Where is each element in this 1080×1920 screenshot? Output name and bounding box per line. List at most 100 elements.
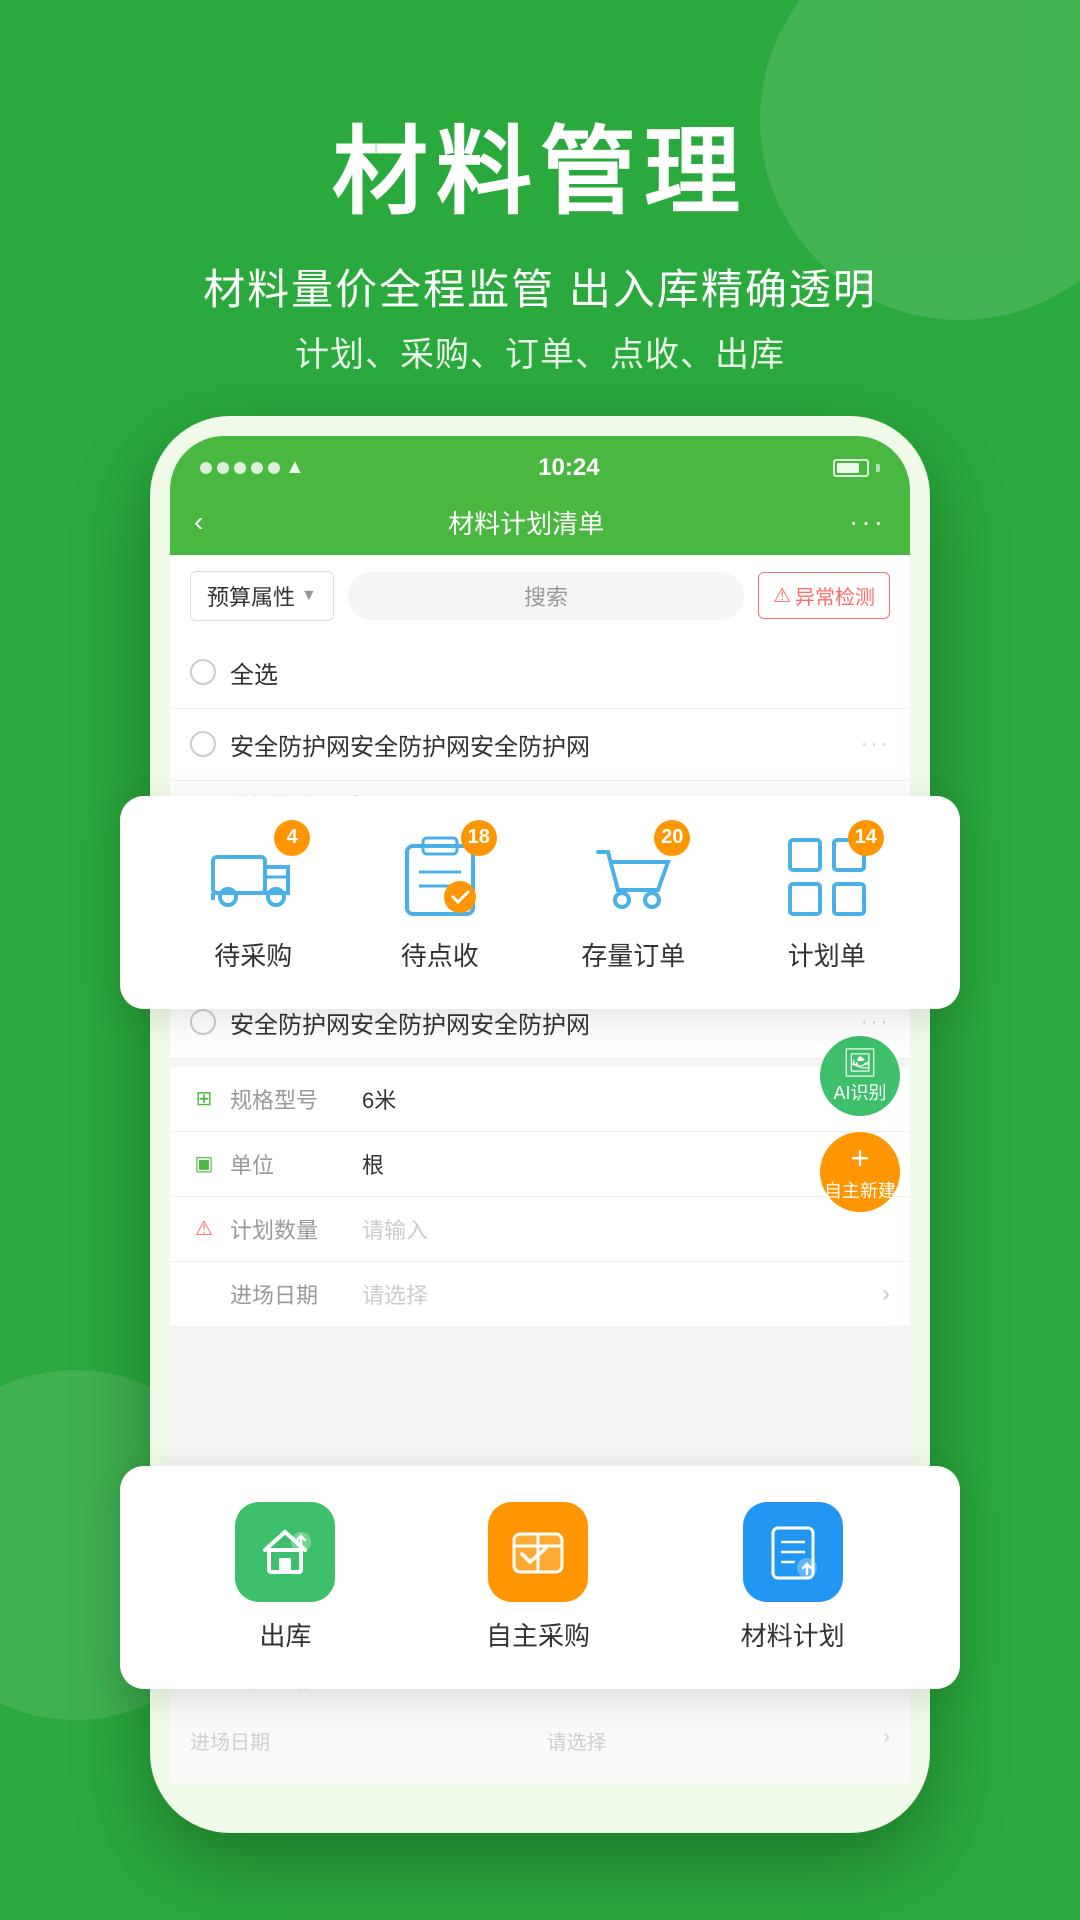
quantity-key: 计划数量 — [230, 1213, 350, 1245]
search-input[interactable]: 搜索 — [348, 572, 744, 620]
signal-dots: ▲ — [200, 456, 305, 479]
pending-purchase-label: 待采购 — [214, 936, 292, 973]
battery-indicator — [833, 459, 880, 477]
unit-icon: ▣ — [190, 1150, 218, 1178]
battery-fill — [837, 463, 859, 473]
action-item-material-plan[interactable]: 材料计划 — [741, 1502, 845, 1653]
self-purchase-label: 自主采购 — [486, 1616, 590, 1653]
spec-icon: ⊞ — [190, 1085, 218, 1113]
item-title: 安全防护网安全防护网安全防护网 — [230, 727, 590, 762]
warning-icon: ⚠ — [773, 583, 791, 608]
battery-icon — [833, 459, 869, 477]
ai-label: AI识别 — [833, 1079, 886, 1105]
bottom-date-value: 请选择 — [547, 1726, 607, 1755]
ai-icon: 🖼 — [842, 1046, 878, 1079]
nav-title: 材料计划清单 — [448, 504, 604, 541]
search-bar: 预算属性 ▼ 搜索 ⚠ 异常检测 — [170, 555, 910, 637]
status-time: 10:24 — [538, 454, 599, 482]
filter-label: 预算属性 — [207, 580, 295, 612]
item-2-radio[interactable] — [190, 1009, 216, 1035]
date-icon — [190, 1280, 218, 1308]
document-icon — [763, 1522, 823, 1582]
item-radio[interactable] — [190, 731, 216, 757]
signal-dot-1 — [200, 462, 212, 474]
stock-order-badge: 20 — [654, 820, 690, 856]
signal-dot-4 — [251, 462, 263, 474]
action-item-pending-receive[interactable]: 18 待点收 — [395, 832, 485, 973]
signal-dot-5 — [268, 462, 280, 474]
subtitle-main: 材料量价全程监管 出入库精确透明 — [0, 256, 1080, 317]
select-all-row[interactable]: 全选 — [170, 637, 910, 709]
list-item[interactable]: 安全防护网安全防护网安全防护网 ··· — [170, 709, 910, 781]
back-button[interactable]: ‹ — [194, 506, 203, 538]
action-item-outbound[interactable]: 出库 — [235, 1502, 335, 1653]
plan-badge: 14 — [848, 820, 884, 856]
quick-action-card-bottom: 出库 自主采购 — [120, 1466, 960, 1689]
more-button[interactable]: ··· — [849, 506, 886, 538]
material-plan-label: 材料计划 — [741, 1616, 845, 1653]
create-label: 自主新建 — [824, 1177, 896, 1203]
spec-key: 规格型号 — [230, 1083, 350, 1115]
action-item-stock-order[interactable]: 20 存量订单 — [581, 832, 685, 973]
plan-label: 计划单 — [788, 936, 866, 973]
quick-action-card-top: 4 待采购 18 — [120, 796, 960, 1009]
subtitle-sub: 计划、采购、订单、点收、出库 — [0, 327, 1080, 376]
date-key: 进场日期 — [230, 1278, 350, 1310]
chevron-right-icon: › — [882, 1280, 890, 1308]
stock-order-icon-wrap: 20 — [588, 832, 678, 922]
battery-tip — [876, 464, 880, 472]
list-item-2-left: 安全防护网安全防护网安全防护网 — [190, 1005, 861, 1040]
pending-receive-label: 待点收 — [401, 936, 479, 973]
pending-purchase-badge: 4 — [274, 820, 310, 856]
date-value[interactable]: 请选择 — [362, 1278, 870, 1310]
bottom-date-label: 进场日期 — [190, 1726, 270, 1755]
action-item-pending-purchase[interactable]: 4 待采购 — [208, 832, 298, 973]
filter-button[interactable]: 预算属性 ▼ — [190, 571, 334, 621]
pending-receive-icon-wrap: 18 — [395, 832, 485, 922]
plus-icon: + — [851, 1140, 870, 1177]
self-purchase-icon-box — [488, 1502, 588, 1602]
signal-dot-3 — [234, 462, 246, 474]
float-button-group: 🖼 AI识别 + 自主新建 — [820, 1036, 900, 1212]
page-title: 材料管理 — [0, 120, 1080, 226]
action-item-self-purchase[interactable]: 自主采购 — [486, 1502, 590, 1653]
item-2-title: 安全防护网安全防护网安全防护网 — [230, 1005, 590, 1040]
plan-icon-wrap: 14 — [782, 832, 872, 922]
select-all-radio[interactable] — [190, 659, 216, 685]
pending-purchase-icon-wrap: 4 — [208, 832, 298, 922]
quantity-value[interactable]: 请输入 — [362, 1213, 890, 1245]
action-item-plan[interactable]: 14 计划单 — [782, 832, 872, 973]
anomaly-detect-button[interactable]: ⚠ 异常检测 — [758, 572, 890, 619]
signal-dot-2 — [217, 462, 229, 474]
bottom-date-partial: 进场日期 请选择 › — [170, 1706, 910, 1783]
quantity-icon: ⚠ — [190, 1215, 218, 1243]
stock-order-label: 存量订单 — [581, 936, 685, 973]
unit-key: 单位 — [230, 1148, 350, 1180]
header-section: 材料管理 材料量价全程监管 出入库精确透明 计划、采购、订单、点收、出库 — [0, 0, 1080, 416]
select-all-label: 全选 — [230, 655, 278, 690]
self-create-button[interactable]: + 自主新建 — [820, 1132, 900, 1212]
phone-mockup: ▲ 10:24 ‹ 材料计划清单 ··· 预算属性 ▼ — [150, 416, 930, 1833]
detail-row-date[interactable]: 进场日期 请选择 › — [170, 1262, 910, 1327]
spec-value: 6米 — [362, 1083, 890, 1115]
detail-row-spec: ⊞ 规格型号 6米 — [170, 1067, 910, 1132]
house-icon — [255, 1522, 315, 1582]
bottom-chevron: › — [883, 1726, 890, 1755]
shopping-cart-box-icon — [508, 1522, 568, 1582]
outbound-icon-box — [235, 1502, 335, 1602]
detail-section: ⊞ 规格型号 6米 ▣ 单位 根 ⚠ 计划数量 请输入 进场日期 请选 — [170, 1067, 910, 1327]
phone-bottom-frame — [170, 1783, 910, 1813]
wifi-icon: ▲ — [285, 456, 305, 479]
outbound-label: 出库 — [259, 1616, 311, 1653]
list-item-left: 安全防护网安全防护网安全防护网 — [190, 727, 861, 762]
status-bar: ▲ 10:24 — [170, 436, 910, 490]
material-plan-icon-box — [743, 1502, 843, 1602]
ai-recognition-button[interactable]: 🖼 AI识别 — [820, 1036, 900, 1116]
unit-value: 根 — [362, 1148, 890, 1180]
item-more-icon[interactable]: ··· — [861, 733, 890, 756]
detail-row-quantity: ⚠ 计划数量 请输入 — [170, 1197, 910, 1262]
item-2-more-icon[interactable]: ··· — [861, 1011, 890, 1034]
anomaly-label: 异常检测 — [795, 581, 875, 610]
chevron-down-icon: ▼ — [301, 587, 317, 605]
pending-receive-badge: 18 — [461, 820, 497, 856]
